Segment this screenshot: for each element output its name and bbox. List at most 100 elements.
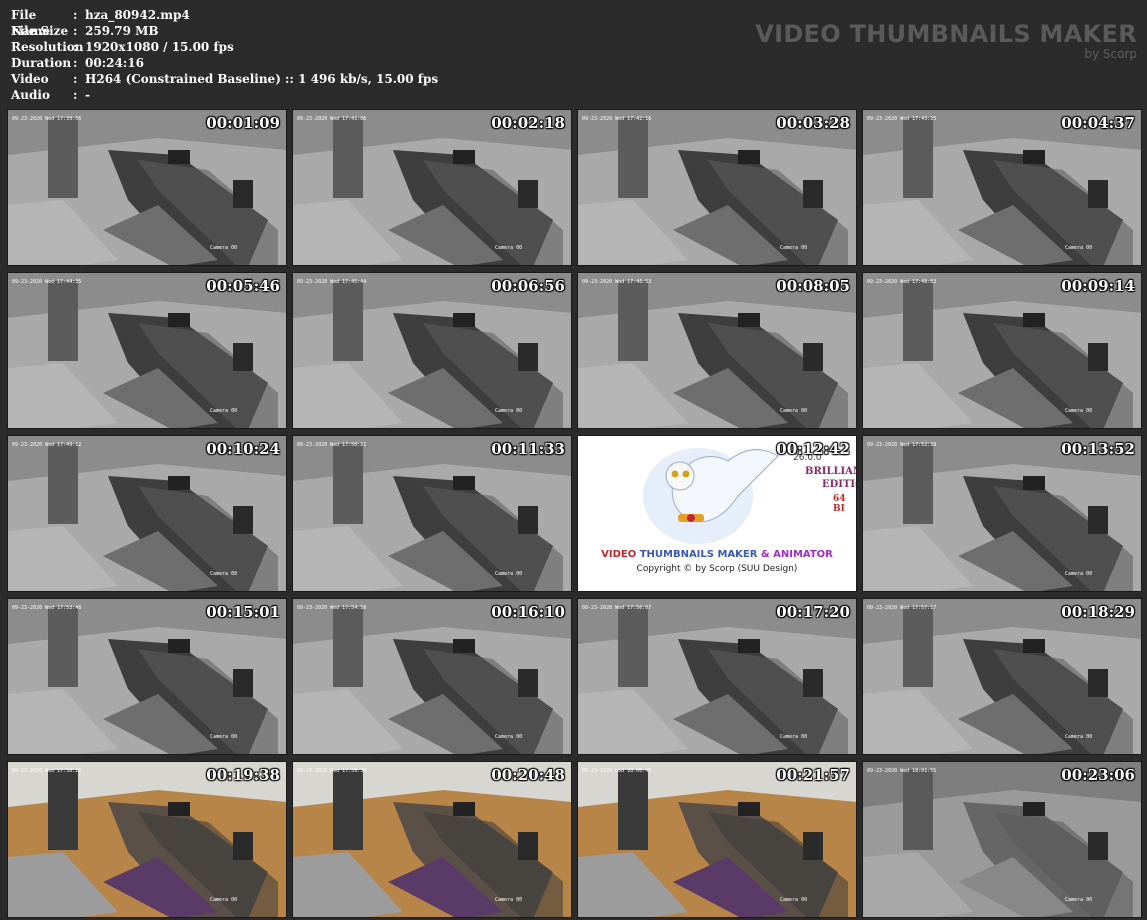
camera-osd-datetime: 09-23-2020 Wed 17:45:44 (297, 279, 367, 285)
camera-label: Camera 00 (210, 734, 238, 740)
camera-osd-datetime: 09-23-2020 Wed 17:52:39 (867, 442, 937, 448)
camera-label: Camera 00 (210, 245, 238, 251)
camera-label: Camera 00 (210, 897, 238, 903)
watermark-title: VIDEO THUMBNAILS MAKER (755, 20, 1137, 48)
timestamp: 00:01:09 (206, 114, 280, 132)
thumbnail-frame[interactable]: 09-23-2020 Wed 17:53:48 Camera 00 00:15:… (7, 598, 287, 755)
camera-label: Camera 00 (1065, 734, 1093, 740)
file-name-label: File Name (11, 8, 51, 38)
separator: : (73, 40, 78, 54)
camera-osd-datetime: 09-23-2020 Wed 17:46:53 (582, 279, 652, 285)
thumbnail-frame[interactable]: 09-23-2020 Wed 17:48:03 Camera 00 00:09:… (862, 272, 1142, 429)
camera-label: Camera 00 (780, 408, 808, 414)
timestamp: 00:08:05 (776, 277, 850, 295)
thumbnail-frame[interactable]: 09-23-2020 Wed 17:57:17 Camera 00 00:18:… (862, 598, 1142, 755)
timestamp: 00:04:37 (1061, 114, 1135, 132)
camera-osd-datetime: 09-23-2020 Wed 17:59:36 (297, 768, 367, 774)
thumbnail-frame[interactable]: 09-23-2020 Wed 17:43:25 Camera 00 00:04:… (862, 109, 1142, 266)
duration-row: Duration : 00:24:16 (11, 55, 438, 71)
thumbnail-frame[interactable]: 09-23-2020 Wed 18:00:45 Camera 00 00:21:… (577, 761, 857, 918)
camera-label: Camera 00 (210, 408, 238, 414)
camera-label: Camera 00 (495, 245, 523, 251)
file-info-panel: File Name : hza_80942.mp4 File Size : 25… (11, 7, 438, 103)
timestamp: 00:11:33 (491, 440, 565, 458)
thumbnail-frame[interactable]: 09-23-2020 Wed 17:42:16 Camera 00 00:03:… (577, 109, 857, 266)
file-name-row: File Name : hza_80942.mp4 (11, 7, 438, 38)
thumbnail-frame[interactable]: 09-23-2020 Wed 17:58:26 Camera 00 00:19:… (7, 761, 287, 918)
camera-osd-datetime: 09-23-2020 Wed 17:49:12 (12, 442, 82, 448)
logo-edition-2: EDITIO (822, 479, 856, 490)
thumbnail-frame[interactable]: 09-23-2020 Wed 17:56:07 Camera 00 00:17:… (577, 598, 857, 755)
timestamp: 00:19:38 (206, 766, 280, 784)
thumbnail-grid: 09-23-2020 Wed 17:39:56 Camera 00 00:01:… (7, 109, 1142, 918)
timestamp: 00:03:28 (776, 114, 850, 132)
logo-title: VIDEO THUMBNAILS MAKER & ANIMATOR (578, 549, 856, 560)
watermark-subtitle: by Scorp (1084, 47, 1137, 61)
timestamp: 00:10:24 (206, 440, 280, 458)
camera-osd-datetime: 09-23-2020 Wed 17:48:03 (867, 279, 937, 285)
thumbnail-frame[interactable]: 09-23-2020 Wed 17:44:35 Camera 00 00:05:… (7, 272, 287, 429)
camera-label: Camera 00 (780, 897, 808, 903)
camera-osd-datetime: 09-23-2020 Wed 17:57:17 (867, 605, 937, 611)
logo-title-a: VIDEO (601, 549, 640, 560)
duration-label: Duration (11, 56, 72, 70)
thumbnail-frame[interactable]: 09-23-2020 Wed 17:41:06 Camera 00 00:02:… (292, 109, 572, 266)
camera-label: Camera 00 (495, 734, 523, 740)
separator: : (73, 8, 78, 22)
thumbnail-frame[interactable]: 09-23-2020 Wed 17:46:53 Camera 00 00:08:… (577, 272, 857, 429)
camera-osd-datetime: 09-23-2020 Wed 18:00:45 (582, 768, 652, 774)
logo-title-b: THUMBNAILS MAKER (639, 549, 758, 560)
camera-label: Camera 00 (210, 571, 238, 577)
duration-value: 00:24:16 (85, 56, 144, 70)
resolution-label: Resolution (11, 40, 84, 54)
camera-label: Camera 00 (495, 571, 523, 577)
timestamp: 00:15:01 (206, 603, 280, 621)
thumbnail-frame[interactable]: 09-23-2020 Wed 17:39:56 Camera 00 00:01:… (7, 109, 287, 266)
timestamp: 00:18:29 (1061, 603, 1135, 621)
video-row: Video : H264 (Constrained Baseline) :: 1… (11, 71, 438, 87)
thumbnail-frame[interactable]: 09-23-2020 Wed 17:50:21 Camera 00 00:11:… (292, 435, 572, 592)
timestamp: 00:17:20 (776, 603, 850, 621)
timestamp: 00:20:48 (491, 766, 565, 784)
camera-osd-datetime: 09-23-2020 Wed 17:50:21 (297, 442, 367, 448)
thumbnail-frame[interactable]: 09-23-2020 Wed 18:01:55 Camera 00 00:23:… (862, 761, 1142, 918)
thumbnail-frame[interactable]: 09-23-2020 Wed 17:49:12 Camera 00 00:10:… (7, 435, 287, 592)
camera-osd-datetime: 09-23-2020 Wed 17:53:48 (12, 605, 82, 611)
thumbnail-frame[interactable]: 09-23-2020 Wed 17:52:39 Camera 00 00:13:… (862, 435, 1142, 592)
camera-osd-datetime: 09-23-2020 Wed 17:54:58 (297, 605, 367, 611)
camera-osd-datetime: 09-23-2020 Wed 17:39:56 (12, 116, 82, 122)
camera-label: Camera 00 (1065, 571, 1093, 577)
camera-osd-datetime: 09-23-2020 Wed 17:43:25 (867, 116, 937, 122)
camera-osd-datetime: 09-23-2020 Wed 17:41:06 (297, 116, 367, 122)
video-value: H264 (Constrained Baseline) :: 1 496 kb/… (85, 72, 439, 86)
separator: : (73, 56, 78, 70)
logo-copyright: Copyright © by Scorp (SUU Design) (636, 564, 798, 574)
thumbnail-frame[interactable]: 09-23-2020 Wed 17:45:44 Camera 00 00:06:… (292, 272, 572, 429)
camera-osd-datetime: 09-23-2020 Wed 17:42:16 (582, 116, 652, 122)
video-label: Video (11, 72, 49, 86)
camera-label: Camera 00 (495, 408, 523, 414)
camera-label: Camera 00 (495, 897, 523, 903)
audio-row: Audio : - (11, 87, 438, 103)
logo-bits: 64 BI (833, 494, 846, 514)
timestamp: 00:13:52 (1061, 440, 1135, 458)
timestamp: 00:06:56 (491, 277, 565, 295)
logo-edition-1: BRILLIANC (805, 466, 856, 477)
separator: : (73, 72, 78, 86)
resolution-row: Resolution : 1920x1080 / 15.00 fps (11, 39, 438, 55)
audio-label: Audio (11, 88, 50, 102)
camera-osd-datetime: 09-23-2020 Wed 17:56:07 (582, 605, 652, 611)
camera-label: Camera 00 (780, 245, 808, 251)
timestamp: 00:21:57 (776, 766, 850, 784)
camera-label: Camera 00 (1065, 408, 1093, 414)
file-size-label: File Size (11, 24, 69, 38)
file-name-value: hza_80942.mp4 (85, 8, 190, 22)
audio-value: - (85, 88, 90, 102)
thumbnail-frame[interactable]: 26.0.0 BRILLIANC EDITIO 64 BI VIDEO THUM… (577, 435, 857, 592)
camera-osd-datetime: 09-23-2020 Wed 18:01:55 (867, 768, 937, 774)
thumbnail-frame[interactable]: 09-23-2020 Wed 17:59:36 Camera 00 00:20:… (292, 761, 572, 918)
thumbnail-frame[interactable]: 09-23-2020 Wed 17:54:58 Camera 00 00:16:… (292, 598, 572, 755)
camera-label: Camera 00 (1065, 897, 1093, 903)
camera-label: Camera 00 (780, 734, 808, 740)
timestamp: 00:16:10 (491, 603, 565, 621)
